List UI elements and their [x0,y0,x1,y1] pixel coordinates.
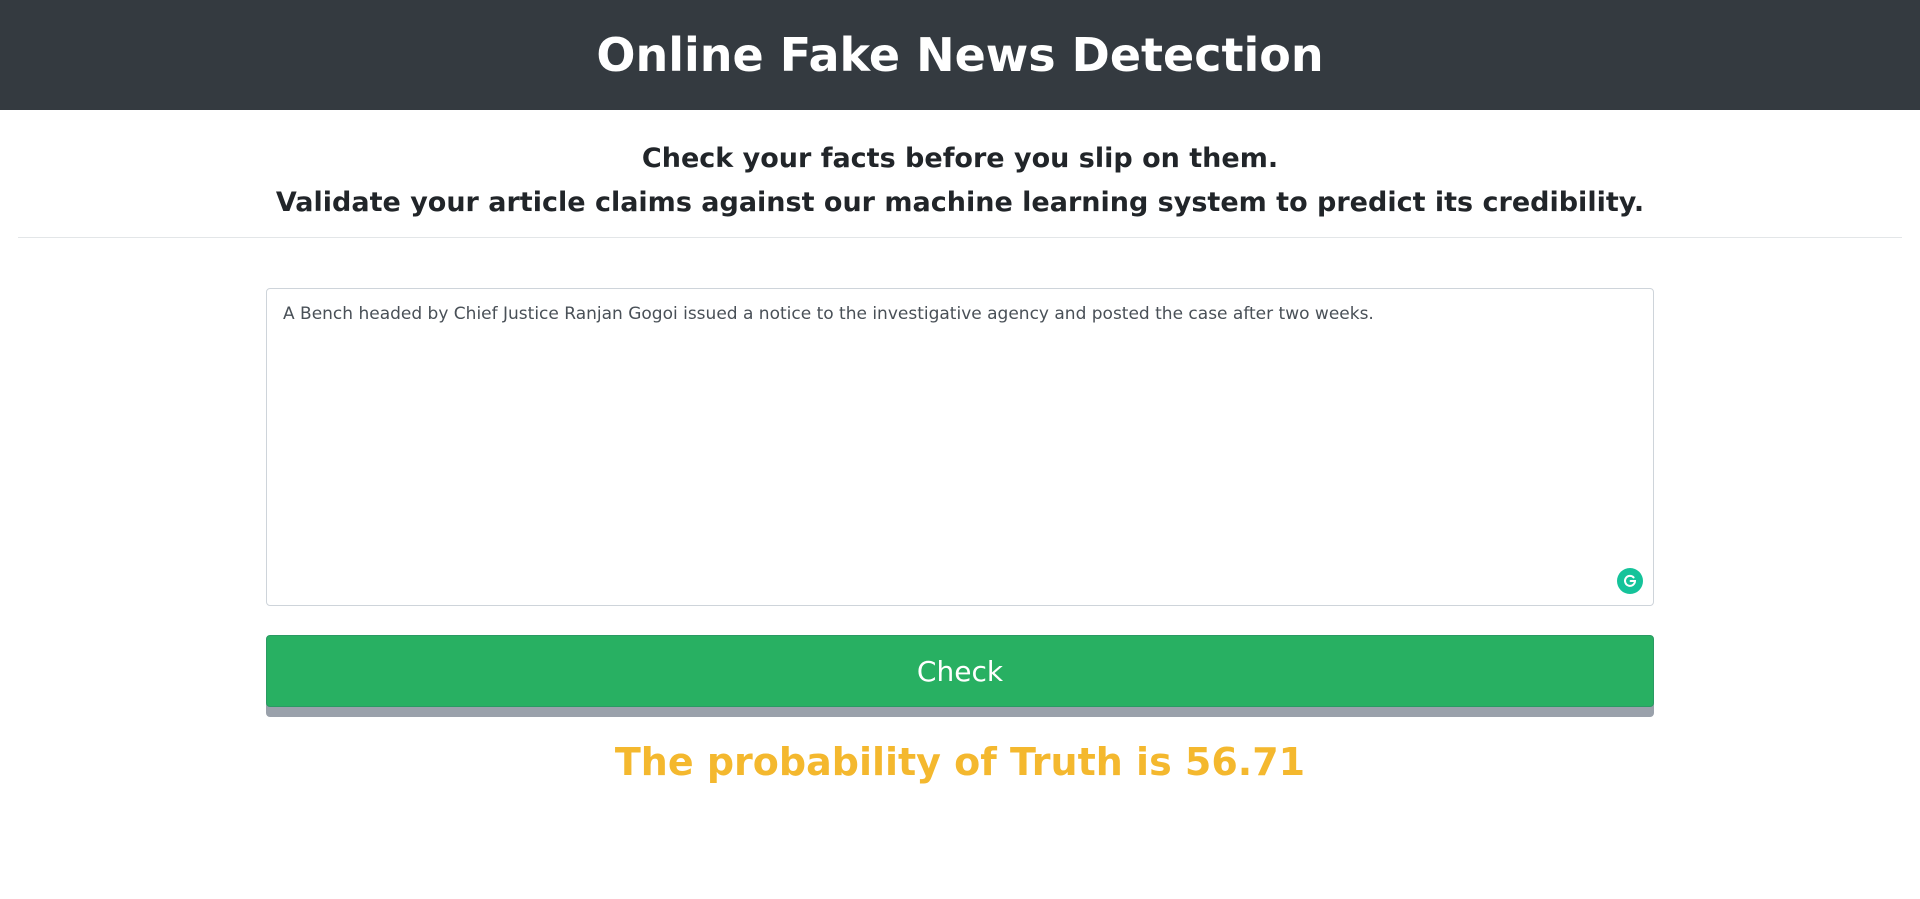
intro-line-1: Check your facts before you slip on them… [641,143,1279,174]
top-bar: Online Fake News Detection [0,0,1920,110]
check-form: A Bench headed by Chief Justice Ranjan G… [266,288,1654,717]
claim-text: A Bench headed by Chief Justice Ranjan G… [283,304,1374,324]
check-button-wrap: Check [266,635,1654,717]
intro-line-2: Validate your article claims against our… [275,187,1645,218]
result-text: The probability of Truth is 56.71 [614,740,1306,784]
section-divider [18,237,1902,238]
claim-textarea[interactable]: A Bench headed by Chief Justice Ranjan G… [266,288,1654,606]
grammarly-icon[interactable] [1617,568,1643,594]
page-title: Online Fake News Detection [596,28,1324,82]
check-button[interactable]: Check [266,635,1654,707]
